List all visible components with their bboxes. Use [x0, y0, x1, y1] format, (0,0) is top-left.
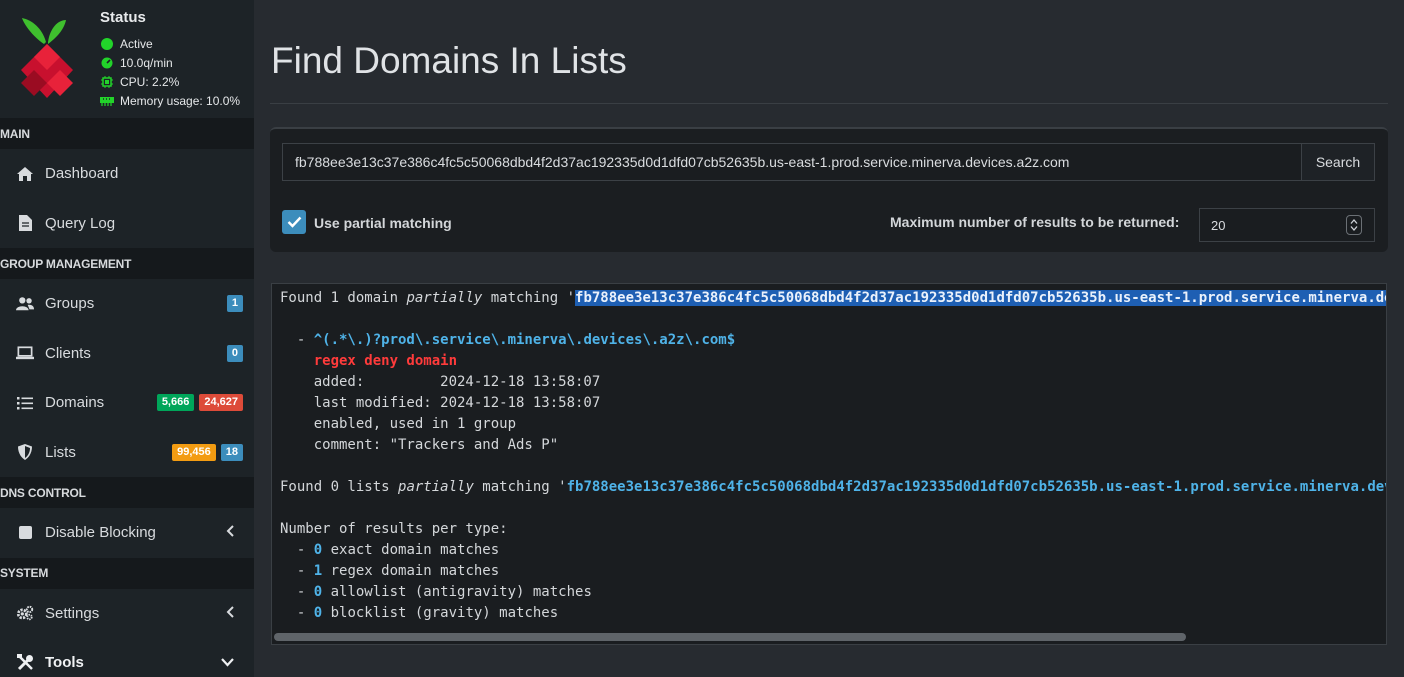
domain-search-input[interactable]: fb788ee3e13c37e386c4fc5c50068dbd4f2d37ac…	[282, 143, 1302, 181]
sidebar-item-query-log[interactable]: Query Log	[0, 199, 254, 249]
clients-count-badge: 0	[226, 344, 243, 362]
partial-matching-label[interactable]: Use partial matching	[314, 215, 452, 231]
horizontal-scrollbar[interactable]	[272, 632, 1386, 644]
chevron-left-icon	[226, 605, 234, 622]
sidebar-item-clients[interactable]: Clients 0	[0, 329, 254, 379]
regex-pattern: ^(.*\.)?prod\.service\.minerva\.devices\…	[313, 332, 736, 348]
chevron-up-icon	[1350, 219, 1358, 224]
domains-allow-badge: 5,666	[156, 394, 195, 412]
title-divider	[270, 103, 1388, 104]
status-cpu: CPU: 2.2%	[100, 72, 240, 91]
domains-deny-badge: 24,627	[199, 394, 243, 412]
max-results-input[interactable]: 20	[1199, 208, 1375, 242]
section-system: SYSTEM	[0, 557, 254, 589]
active-dot-icon	[101, 37, 113, 50]
groups-count-badge: 1	[226, 295, 243, 313]
lists-groups-badge: 18	[220, 443, 243, 461]
status-panel: Status Active 10.0q/min CPU: 2.2% Memory…	[100, 9, 240, 110]
status-memory: Memory usage: 10.0%	[100, 91, 240, 110]
status-title: Status	[100, 9, 146, 26]
home-icon	[16, 165, 34, 183]
tools-icon	[16, 654, 34, 672]
regex-type: regex deny domain	[280, 353, 458, 369]
laptop-icon	[16, 344, 34, 362]
chevron-left-icon	[226, 524, 234, 541]
lists-domain: fb788ee3e13c37e386c4fc5c50068dbd4f2d37ac…	[566, 479, 1386, 495]
status-active: Active	[100, 34, 240, 53]
lists-count-badge: 99,456	[172, 443, 216, 461]
main-content: Find Domains In Lists fb788ee3e13c37e386…	[254, 0, 1404, 677]
sidebar-item-settings[interactable]: Settings	[0, 589, 254, 639]
sidebar-item-groups[interactable]: Groups 1	[0, 279, 254, 329]
number-spinner[interactable]	[1346, 215, 1362, 235]
cpu-icon	[100, 75, 114, 88]
section-dns-control: DNS CONTROL	[0, 477, 254, 508]
check-icon	[287, 216, 301, 228]
brand-area: Status Active 10.0q/min CPU: 2.2% Memory…	[0, 0, 254, 118]
users-icon	[16, 295, 34, 313]
section-main: MAIN	[0, 118, 254, 149]
sidebar-item-dashboard[interactable]: Dashboard	[0, 149, 254, 199]
shield-icon	[16, 443, 34, 461]
sidebar-item-disable-blocking[interactable]: Disable Blocking	[0, 508, 254, 558]
search-panel: fb788ee3e13c37e386c4fc5c50068dbd4f2d37ac…	[270, 127, 1388, 252]
section-group-management: GROUP MANAGEMENT	[0, 248, 254, 279]
sidebar-item-lists[interactable]: Lists 99,456 18	[0, 428, 254, 478]
pihole-logo	[21, 18, 73, 98]
stop-icon	[16, 524, 34, 542]
file-icon	[16, 214, 34, 232]
page-title: Find Domains In Lists	[271, 40, 627, 81]
output-text: Found 1 domain partially matching 'fb788…	[272, 284, 1386, 628]
chevron-down-icon	[221, 654, 234, 671]
highlighted-domain: fb788ee3e13c37e386c4fc5c50068dbd4f2d37ac…	[575, 290, 1386, 306]
gears-icon	[16, 604, 34, 622]
sidebar-item-domains[interactable]: Domains 5,666 24,627	[0, 378, 254, 428]
max-results-label: Maximum number of results to be returned…	[890, 214, 1180, 230]
list-icon	[16, 394, 34, 412]
memory-icon	[100, 96, 114, 106]
chevron-down-icon	[1350, 226, 1358, 231]
search-button[interactable]: Search	[1301, 143, 1375, 181]
sidebar: Status Active 10.0q/min CPU: 2.2% Memory…	[0, 0, 254, 677]
sidebar-item-tools[interactable]: Tools	[0, 638, 254, 677]
search-output: Found 1 domain partially matching 'fb788…	[271, 283, 1387, 645]
partial-matching-checkbox[interactable]	[282, 210, 306, 234]
status-queries: 10.0q/min	[100, 53, 240, 72]
gauge-icon	[100, 57, 114, 69]
scrollbar-thumb[interactable]	[274, 633, 1186, 641]
